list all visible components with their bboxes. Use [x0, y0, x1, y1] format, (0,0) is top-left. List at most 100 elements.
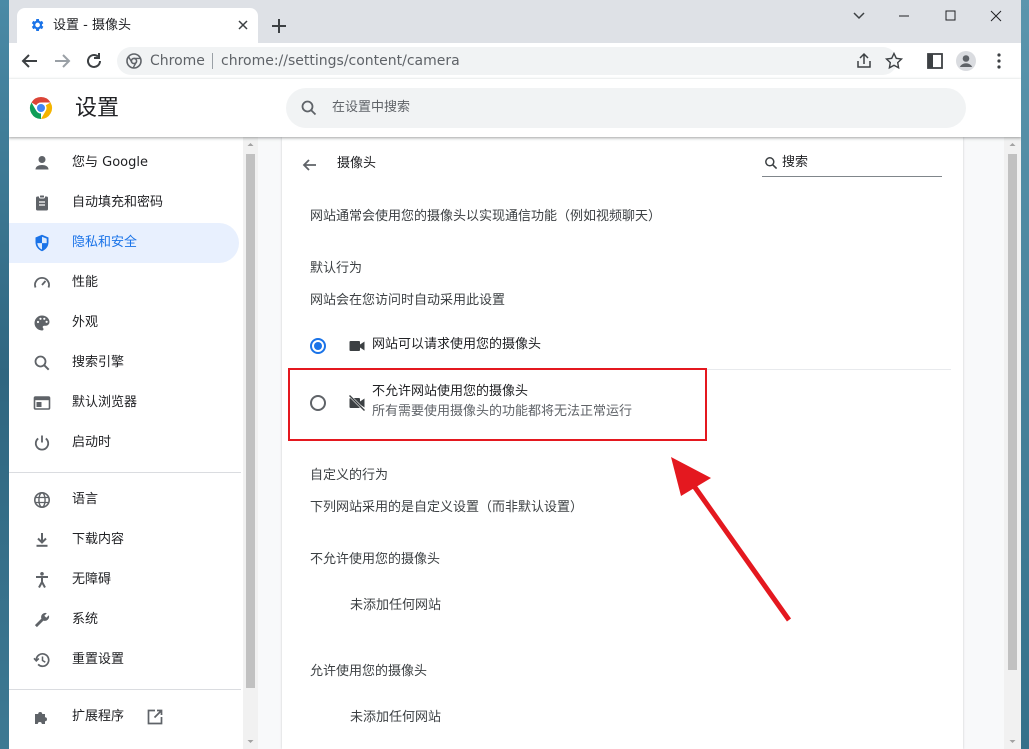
forward-arrow-icon[interactable] — [50, 49, 74, 73]
sidebar-item-label: 您与 Google — [72, 155, 148, 170]
sidebar-item-label: 系统 — [72, 612, 99, 627]
default-behavior-heading: 默认行为 — [310, 261, 363, 276]
tab-search-chevron-icon[interactable] — [845, 4, 873, 28]
main-scroll-thumb[interactable] — [1008, 154, 1017, 670]
sidebar-scrollbar[interactable] — [243, 137, 258, 749]
sidebar-item-label: 默认浏览器 — [72, 395, 138, 410]
back-arrow-icon[interactable] — [18, 49, 42, 73]
blocked-sites-heading: 不允许使用您的摄像头 — [310, 552, 441, 567]
sidebar-item-label: 语言 — [72, 492, 99, 507]
sidebar-item-default-browser[interactable]: 默认浏览器 — [9, 383, 239, 423]
annotation-highlight-box — [288, 368, 707, 441]
settings-header: 设置 在设置中搜索 — [9, 79, 1021, 137]
sidebar-scroll-thumb[interactable] — [246, 154, 255, 688]
sidebar-item-search-engine[interactable]: 搜索引擎 — [9, 343, 239, 383]
browser-toolbar: Chrome chrome://settings/content/camera — [9, 43, 1021, 79]
external-link-icon — [145, 707, 165, 727]
videocam-icon — [347, 336, 367, 356]
sidebar-divider — [9, 689, 241, 690]
maximize-button[interactable] — [927, 4, 973, 28]
new-tab-button[interactable] — [267, 14, 291, 38]
sidebar-item-appearance[interactable]: 外观 — [9, 303, 239, 343]
blocked-sites-empty: 未添加任何网站 — [350, 598, 442, 613]
sidebar-item-label: 外观 — [72, 315, 99, 330]
share-icon[interactable] — [853, 50, 875, 72]
sidebar-item-reset[interactable]: 重置设置 — [9, 640, 239, 680]
default-behavior-description: 网站会在您访问时自动采用此设置 — [310, 293, 506, 308]
sidebar-item-label: 扩展程序 — [72, 709, 125, 724]
sidebar-item-label: 下载内容 — [72, 532, 125, 547]
power-icon — [32, 433, 52, 453]
side-panel-icon[interactable] — [923, 49, 947, 73]
tab-settings-camera[interactable]: 设置 - 摄像头 — [17, 8, 258, 43]
sidebar-item-label: 性能 — [72, 275, 99, 290]
globe-icon — [32, 490, 52, 510]
clipboard-icon — [32, 193, 52, 213]
search-icon — [764, 156, 778, 170]
sidebar-item-you-and-google[interactable]: 您与 Google — [9, 143, 239, 183]
close-icon[interactable] — [236, 18, 250, 32]
sidebar-item-autofill[interactable]: 自动填充和密码 — [9, 183, 239, 223]
main-scrollbar[interactable] — [1004, 137, 1021, 749]
search-icon — [32, 353, 52, 373]
tab-strip: 设置 - 摄像头 — [9, 0, 1021, 43]
sidebar-item-extensions[interactable]: 扩展程序 — [9, 697, 239, 737]
search-placeholder: 在设置中搜索 — [332, 100, 411, 115]
sidebar-item-accessibility[interactable]: 无障碍 — [9, 560, 239, 600]
palette-icon — [32, 313, 52, 333]
camera-description: 网站通常会使用您的摄像头以实现通信功能（例如视频聊天） — [310, 209, 662, 224]
browser-icon — [32, 393, 52, 413]
sidebar-item-privacy[interactable]: 隐私和安全 — [9, 223, 239, 263]
settings-sidebar: 您与 Google 自动填充和密码 隐私和安全 性能 外观 搜索引擎 默认浏览器 — [9, 137, 243, 749]
site-search-input[interactable]: 搜索 — [762, 151, 942, 177]
person-icon — [32, 153, 52, 173]
allowed-sites-heading: 允许使用您的摄像头 — [310, 664, 428, 679]
download-icon — [32, 530, 52, 550]
allow-radio[interactable] — [310, 338, 326, 354]
sidebar-item-label: 启动时 — [72, 435, 112, 450]
shield-icon — [32, 233, 52, 253]
omnibox-brand: Chrome — [150, 53, 205, 69]
wrench-icon — [32, 610, 52, 630]
page-title: 摄像头 — [337, 156, 377, 171]
back-arrow-icon[interactable] — [299, 154, 321, 176]
close-window-button[interactable] — [973, 4, 1019, 28]
sidebar-item-system[interactable]: 系统 — [9, 600, 239, 640]
sidebar-divider — [9, 472, 241, 473]
omnibox-separator — [212, 53, 213, 69]
history-icon — [32, 650, 52, 670]
chrome-icon — [126, 53, 142, 69]
speedometer-icon — [32, 273, 52, 293]
sidebar-item-label: 自动填充和密码 — [72, 195, 164, 210]
custom-behavior-description: 下列网站采用的是自定义设置（而非默认设置） — [310, 500, 584, 515]
custom-behavior-heading: 自定义的行为 — [310, 468, 389, 483]
settings-search-input[interactable]: 在设置中搜索 — [286, 88, 966, 128]
gear-icon — [29, 17, 45, 33]
sidebar-item-languages[interactable]: 语言 — [9, 480, 239, 520]
url-text[interactable]: chrome://settings/content/camera — [221, 53, 460, 69]
accessibility-icon — [32, 570, 52, 590]
camera-settings-card: 摄像头 搜索 网站通常会使用您的摄像头以实现通信功能（例如视频聊天） 默认行为 … — [282, 137, 963, 749]
settings-title: 设置 — [75, 96, 120, 121]
minimize-button[interactable] — [881, 4, 927, 28]
tab-title: 设置 - 摄像头 — [53, 18, 131, 33]
search-icon — [300, 99, 318, 117]
reload-icon[interactable] — [82, 49, 106, 73]
allow-option-label: 网站可以请求使用您的摄像头 — [372, 337, 542, 352]
star-icon[interactable] — [883, 50, 905, 72]
sidebar-item-performance[interactable]: 性能 — [9, 263, 239, 303]
sidebar-item-on-startup[interactable]: 启动时 — [9, 423, 239, 463]
sidebar-item-label: 重置设置 — [72, 652, 125, 667]
more-menu-icon[interactable] — [987, 49, 1011, 73]
browser-window: 设置 - 摄像头 Chrome chrome://settings/conten… — [9, 0, 1021, 749]
address-bar[interactable]: Chrome chrome://settings/content/camera — [117, 47, 904, 75]
profile-avatar-icon[interactable] — [954, 49, 978, 73]
sidebar-item-label: 搜索引擎 — [72, 355, 125, 370]
sidebar-item-downloads[interactable]: 下载内容 — [9, 520, 239, 560]
sidebar-item-label: 无障碍 — [72, 572, 112, 587]
chrome-logo-icon — [29, 96, 53, 120]
desktop-background-right — [1021, 0, 1029, 749]
allowed-sites-empty: 未添加任何网站 — [350, 710, 442, 725]
sidebar-item-label: 隐私和安全 — [72, 235, 138, 250]
puzzle-icon — [32, 707, 52, 727]
